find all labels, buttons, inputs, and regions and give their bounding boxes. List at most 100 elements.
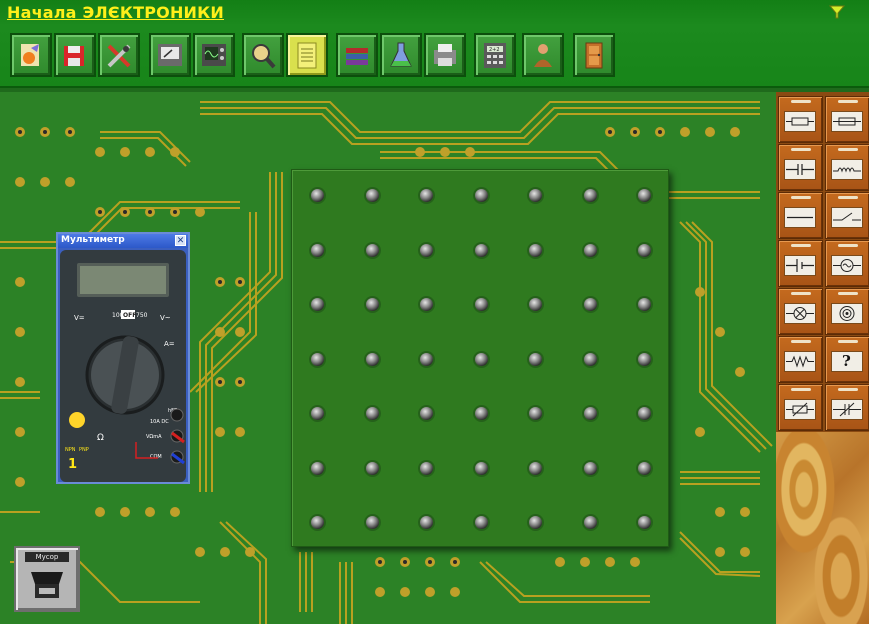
part-capacitor[interactable] xyxy=(778,144,823,191)
printer-icon xyxy=(434,44,456,66)
close-icon[interactable]: ✕ xyxy=(175,235,186,246)
breadboard-hole[interactable] xyxy=(420,298,433,311)
part-variable-capacitor[interactable] xyxy=(825,384,869,431)
breadboard-hole[interactable] xyxy=(474,461,488,475)
resistor-icon xyxy=(786,355,814,368)
lab-button[interactable] xyxy=(380,33,422,77)
breadboard-hole[interactable] xyxy=(529,407,542,420)
breadboard-hole[interactable] xyxy=(311,407,324,420)
notes-button[interactable] xyxy=(286,33,328,77)
breadboard-hole[interactable] xyxy=(529,352,542,366)
breadboard[interactable] xyxy=(291,169,669,547)
breadboard-hole[interactable] xyxy=(365,352,379,366)
part-fuse[interactable] xyxy=(825,96,869,143)
breadboard-hole[interactable] xyxy=(529,516,542,529)
breadboard-hole[interactable] xyxy=(583,461,597,475)
breadboard-hole[interactable] xyxy=(365,516,379,529)
help-button[interactable] xyxy=(522,33,564,77)
breadboard-hole[interactable] xyxy=(365,243,379,257)
transistor-socket[interactable] xyxy=(69,412,85,428)
multimeter-titlebar[interactable]: Мультиметр ✕ xyxy=(58,234,188,248)
part-variable-resistor[interactable] xyxy=(778,384,823,431)
part-lamp[interactable] xyxy=(778,288,823,335)
breadboard-hole[interactable] xyxy=(529,189,542,202)
part-slot xyxy=(791,388,811,391)
trash-bin[interactable]: Мусор xyxy=(14,546,80,612)
print-button[interactable] xyxy=(424,33,466,77)
search-button[interactable] xyxy=(242,33,284,77)
capacitor-icon xyxy=(786,164,814,175)
part-inductor[interactable] xyxy=(825,144,869,191)
breadboard-hole[interactable] xyxy=(583,298,597,311)
breadboard-hole[interactable] xyxy=(311,461,324,475)
floppy-icon xyxy=(64,46,84,66)
speaker-icon xyxy=(839,306,855,321)
breadboard-hole[interactable] xyxy=(420,189,433,202)
trash-label: Мусор xyxy=(25,552,69,562)
breadboard-hole[interactable] xyxy=(420,407,433,420)
part-wire[interactable] xyxy=(778,192,823,239)
breadboard-hole[interactable] xyxy=(529,243,542,257)
breadboard-hole[interactable] xyxy=(365,461,379,475)
switch-icon xyxy=(833,212,861,221)
breadboard-hole[interactable] xyxy=(365,189,379,202)
breadboard-hole[interactable] xyxy=(638,352,651,366)
breadboard-hole[interactable] xyxy=(529,461,542,475)
exit-button[interactable] xyxy=(573,33,615,77)
books-button[interactable] xyxy=(336,33,378,77)
breadboard-hole[interactable] xyxy=(365,407,379,420)
breadboard-hole[interactable] xyxy=(474,407,488,420)
save-button[interactable] xyxy=(54,33,96,77)
breadboard-hole[interactable] xyxy=(420,461,433,475)
part-resistor-box[interactable] xyxy=(778,96,823,143)
svg-text:2+2: 2+2 xyxy=(489,47,500,53)
breadboard-hole[interactable] xyxy=(365,298,379,311)
breadboard-hole[interactable] xyxy=(638,298,651,311)
part-unknown[interactable]: ? xyxy=(825,336,869,383)
part-speaker[interactable] xyxy=(825,288,869,335)
app-title[interactable]: Начала ЭЛЄКТРОНИКИ xyxy=(7,3,224,22)
breadboard-hole[interactable] xyxy=(311,352,324,366)
breadboard-hole[interactable] xyxy=(420,243,433,257)
breadboard-hole[interactable] xyxy=(583,189,597,202)
funnel-menu-icon[interactable] xyxy=(829,4,845,20)
breadboard-hole[interactable] xyxy=(474,298,488,311)
calculator-button[interactable]: 2+2 xyxy=(474,33,516,77)
multimeter-window[interactable]: Мультиметр ✕ V= V~ 1000 750 A= Ω hFE NPN… xyxy=(56,232,190,484)
breadboard-hole[interactable] xyxy=(311,516,324,529)
breadboard-hole[interactable] xyxy=(583,352,597,366)
svg-text:Ω: Ω xyxy=(97,433,104,443)
breadboard-hole[interactable] xyxy=(311,298,324,311)
breadboard-hole[interactable] xyxy=(583,516,597,529)
breadboard-hole[interactable] xyxy=(311,243,324,257)
breadboard-hole[interactable] xyxy=(420,352,433,366)
breadboard-hole[interactable] xyxy=(583,243,597,257)
breadboard-hole[interactable] xyxy=(474,189,488,202)
tools-button[interactable] xyxy=(98,33,140,77)
part-face: ? xyxy=(831,351,863,372)
part-face xyxy=(784,303,816,324)
breadboard-hole[interactable] xyxy=(311,189,324,202)
breadboard-hole[interactable] xyxy=(583,407,597,420)
resistor-box-icon xyxy=(786,117,814,126)
breadboard-hole[interactable] xyxy=(474,352,488,366)
part-resistor[interactable] xyxy=(778,336,823,383)
part-switch[interactable] xyxy=(825,192,869,239)
oscilloscope-button[interactable] xyxy=(193,33,235,77)
breadboard-hole[interactable] xyxy=(638,516,651,529)
part-battery[interactable] xyxy=(778,240,823,287)
breadboard-hole[interactable] xyxy=(474,243,488,257)
breadboard-hole[interactable] xyxy=(420,516,433,529)
svg-text:A=: A= xyxy=(164,340,175,348)
part-ac-source[interactable] xyxy=(825,240,869,287)
breadboard-hole[interactable] xyxy=(638,407,651,420)
gauge-button[interactable] xyxy=(149,33,191,77)
multimeter-dial-panel: V= V~ 1000 750 A= Ω hFE NPN PNP COM VΩmA… xyxy=(65,310,185,465)
breadboard-hole[interactable] xyxy=(638,461,651,475)
ac-source-icon xyxy=(833,259,861,272)
breadboard-hole[interactable] xyxy=(638,243,651,257)
scroll-button[interactable] xyxy=(10,33,52,77)
breadboard-hole[interactable] xyxy=(638,189,651,202)
breadboard-hole[interactable] xyxy=(529,298,542,311)
breadboard-hole[interactable] xyxy=(474,516,488,529)
